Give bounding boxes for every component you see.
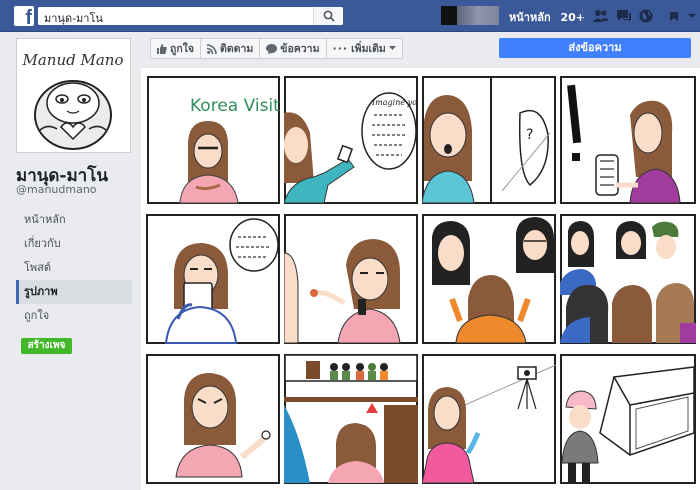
message-button-label: ข้อความ bbox=[280, 43, 320, 55]
photo-thumbnail[interactable] bbox=[284, 353, 418, 485]
comic-panel-drawing bbox=[146, 354, 280, 484]
photo-thumbnail[interactable] bbox=[146, 353, 280, 485]
question-mark-symbol: ? bbox=[526, 127, 533, 143]
page-sidebar-nav: หน้าหลัก เกี่ยวกับ โพสต์ รูปภาพ ถูกใจ bbox=[16, 208, 132, 328]
search-input[interactable]: มานุด-มาโน bbox=[44, 9, 103, 27]
page-username[interactable]: @manudmano bbox=[16, 183, 97, 196]
korea-visit-text: Korea Visit bbox=[190, 96, 280, 116]
account-menu-icon[interactable] bbox=[687, 9, 697, 23]
more-button-label: เพิ่มเติม bbox=[351, 43, 386, 55]
more-button[interactable]: ··· เพิ่มเติม bbox=[327, 39, 402, 58]
like-button-label: ถูกใจ bbox=[170, 43, 194, 55]
photo-thumbnail[interactable]: ? bbox=[422, 73, 556, 207]
photo-grid: Korea Visit Imagine you ? bbox=[141, 68, 700, 490]
chevron-down-icon bbox=[388, 46, 396, 50]
facebook-logo-icon[interactable]: f bbox=[14, 6, 34, 28]
photo-thumbnail[interactable] bbox=[146, 213, 280, 345]
sidebar-item-photos[interactable]: รูปภาพ bbox=[16, 280, 132, 304]
svg-text:Manud Mano: Manud Mano bbox=[22, 51, 124, 69]
photo-thumbnail[interactable]: Korea Visit bbox=[146, 73, 280, 207]
messenger-icon bbox=[266, 43, 278, 54]
photo-thumbnail[interactable] bbox=[560, 213, 696, 345]
speech-bubble-text: Imagine you bbox=[371, 98, 418, 107]
sidebar-item-home[interactable]: หน้าหลัก bbox=[16, 208, 132, 232]
comic-panel-drawing bbox=[560, 214, 696, 344]
more-dots-icon: ··· bbox=[332, 42, 349, 55]
message-button[interactable]: ข้อความ bbox=[260, 39, 327, 58]
divider bbox=[582, 8, 583, 24]
photo-thumbnail[interactable] bbox=[284, 213, 418, 345]
top-bar: f มานุด-มาโน หน้าหลัก 20+ bbox=[0, 0, 700, 32]
help-icon[interactable] bbox=[668, 9, 680, 23]
sidebar-item-posts[interactable]: โพสต์ bbox=[16, 256, 132, 280]
create-page-button[interactable]: สร้างเพจ bbox=[21, 338, 72, 354]
comic-panel-drawing bbox=[422, 354, 556, 484]
photo-thumbnail[interactable] bbox=[422, 213, 556, 345]
photo-thumbnail[interactable]: Imagine you bbox=[284, 73, 418, 207]
photo-thumbnail[interactable] bbox=[560, 73, 696, 207]
search-button[interactable] bbox=[313, 7, 343, 25]
search-icon bbox=[323, 10, 335, 22]
comic-panel-drawing bbox=[146, 214, 280, 344]
page-action-buttons: ถูกใจ ติดตาม ข้อความ ··· เพิ่มเติม bbox=[150, 38, 403, 59]
home-link[interactable]: หน้าหลัก 20+ bbox=[509, 8, 585, 26]
search-box[interactable]: มานุด-มาโน bbox=[38, 7, 343, 25]
photo-thumbnail[interactable] bbox=[560, 353, 696, 485]
comic-panel-drawing bbox=[422, 214, 556, 344]
comic-panel-drawing bbox=[284, 214, 418, 344]
comic-panel-drawing: Korea Visit bbox=[147, 76, 280, 204]
comic-panel-drawing bbox=[560, 354, 696, 484]
follow-button[interactable]: ติดตาม bbox=[201, 39, 261, 58]
friend-requests-icon[interactable] bbox=[593, 9, 609, 23]
page-profile-picture[interactable]: Manud Mano bbox=[16, 38, 131, 153]
home-link-label: หน้าหลัก bbox=[509, 11, 551, 24]
thumbs-up-icon bbox=[157, 43, 167, 54]
rss-feed-icon bbox=[207, 43, 217, 54]
follow-button-label: ติดตาม bbox=[220, 43, 254, 55]
photo-thumbnail[interactable] bbox=[422, 353, 556, 485]
sidebar-item-about[interactable]: เกี่ยวกับ bbox=[16, 232, 132, 256]
profile-avatar[interactable] bbox=[441, 6, 499, 25]
comic-panel-drawing: ? bbox=[422, 76, 556, 204]
sidebar-item-likes[interactable]: ถูกใจ bbox=[16, 304, 132, 328]
comic-panel-drawing bbox=[284, 354, 418, 484]
comic-panel-drawing bbox=[560, 76, 696, 204]
page-logo-illustration: Manud Mano bbox=[17, 39, 130, 152]
send-message-button[interactable]: ส่งข้อความ bbox=[499, 38, 691, 58]
like-button[interactable]: ถูกใจ bbox=[151, 39, 201, 58]
comic-panel-drawing: Imagine you bbox=[284, 76, 418, 204]
messages-icon[interactable] bbox=[616, 9, 632, 23]
globe-icon[interactable] bbox=[639, 9, 653, 23]
